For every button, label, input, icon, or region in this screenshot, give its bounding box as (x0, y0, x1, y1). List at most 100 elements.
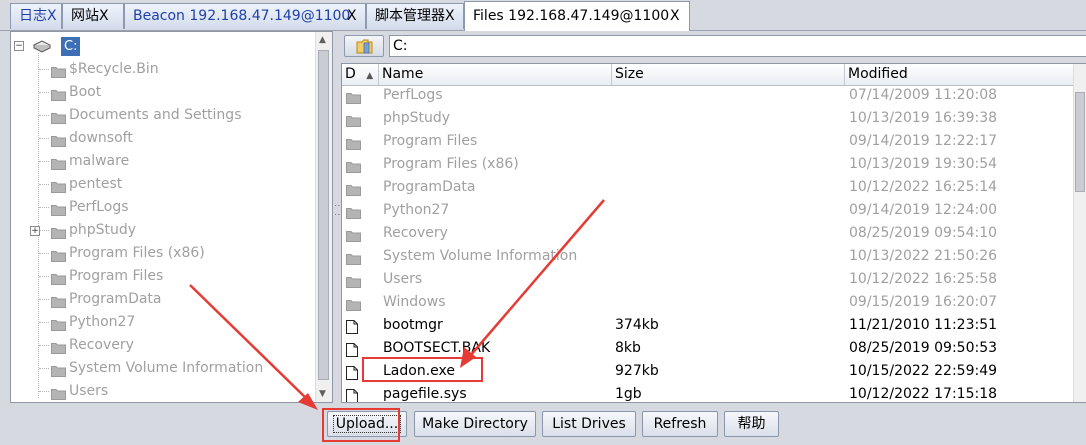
file-name: Windows (383, 294, 446, 310)
file-name: Users (383, 271, 423, 287)
file-size: 374kb (615, 317, 659, 333)
tree-item[interactable]: phpStudy (11, 219, 311, 242)
tab-close-icon[interactable]: X (47, 8, 57, 24)
tree-item[interactable]: $Recycle.Bin (11, 58, 311, 81)
table-row[interactable]: PerfLogs 07/14/2009 11:20:08 (342, 84, 1086, 107)
file-modified: 08/25/2019 09:50:53 (849, 340, 998, 356)
tab-website[interactable]: 网站X (62, 3, 124, 29)
table-row[interactable]: Program Files 09/14/2019 12:22:17 (342, 130, 1086, 153)
column-header-d[interactable]: D ▲ (342, 64, 379, 85)
file-size: 8kb (615, 340, 641, 356)
file-list[interactable]: D ▲ Name Size Modified PerfLogs 07/14/200… (341, 63, 1086, 403)
tab-label: 日志 (19, 8, 47, 24)
open-folder-icon (356, 39, 373, 54)
file-modified: 10/13/2022 21:50:26 (849, 248, 998, 264)
table-row[interactable]: Windows 09/15/2019 16:20:07 (342, 291, 1086, 314)
column-header-modified[interactable]: Modified (845, 64, 1086, 85)
help-button[interactable]: 帮助 (724, 411, 779, 437)
file-size: 927kb (615, 363, 659, 379)
sort-ascending-icon: ▲ (366, 71, 374, 81)
tab-files[interactable]: Files 192.168.47.149@1100 X (464, 1, 690, 31)
table-row[interactable]: Users 10/12/2022 16:25:58 (342, 268, 1086, 291)
tab-beacon[interactable]: Beacon 192.168.47.149@1100 X (124, 3, 366, 29)
tree-item-label: Recovery (69, 337, 134, 353)
tree-collapse-icon[interactable]: − (14, 41, 24, 51)
file-name: System Volume Information (383, 248, 578, 264)
file-modified: 10/13/2019 16:39:38 (849, 110, 998, 126)
make-directory-button[interactable]: Make Directory (414, 411, 536, 437)
tree-item-label: phpStudy (69, 222, 137, 238)
list-drives-button[interactable]: List Drives (542, 411, 636, 437)
up-folder-button[interactable] (344, 35, 384, 57)
pane-splitter[interactable]: ⋮⋮ (333, 31, 343, 403)
tree-item[interactable]: System Volume Information (11, 357, 311, 380)
scroll-up-icon[interactable]: ▲ (319, 35, 326, 45)
table-row[interactable]: Recovery 08/25/2019 09:54:10 (342, 222, 1086, 245)
tree-item-label: Boot (69, 84, 102, 100)
tree-item-label: Documents and Settings (69, 107, 242, 123)
tree-root-drive[interactable]: C: (61, 37, 81, 56)
tree-item-label: Program Files (69, 268, 164, 284)
scroll-down-icon[interactable]: ▼ (319, 389, 326, 399)
tree-item[interactable]: pentest (11, 173, 311, 196)
file-size: 1gb (615, 386, 642, 402)
file-modified: 10/12/2022 16:25:14 (849, 179, 998, 195)
tab-close-icon[interactable]: X (445, 8, 455, 24)
tree-item-label: pentest (69, 176, 123, 192)
tree-item[interactable]: Program Files (11, 265, 311, 288)
refresh-button[interactable]: Refresh (642, 411, 718, 437)
tree-item[interactable]: PerfLogs (11, 196, 311, 219)
tree-item[interactable]: Users (11, 380, 311, 402)
table-row[interactable]: ProgramData 10/12/2022 16:25:14 (342, 176, 1086, 199)
tab-label: Files 192.168.47.149@1100 (473, 8, 670, 24)
directory-tree[interactable]: − C: $Recycle.Bin Boot Documents and Setti… (10, 31, 333, 403)
drive-icon (32, 39, 52, 57)
table-row[interactable]: bootmgr 374kb 11/21/2010 11:23:51 (342, 314, 1086, 337)
column-header-name[interactable]: Name (379, 64, 612, 85)
file-modified: 10/12/2022 16:25:58 (849, 271, 998, 287)
tab-label: Beacon 192.168.47.149@1100 (133, 8, 351, 24)
table-row[interactable]: BOOTSECT.BAK 8kb 08/25/2019 09:50:53 (342, 337, 1086, 360)
tree-item-label: Program Files (x86) (69, 245, 205, 261)
file-modified: 11/21/2010 11:23:51 (849, 317, 998, 333)
tree-scrollbar[interactable]: ▲ ▼ (315, 32, 332, 402)
column-header-size[interactable]: Size (612, 64, 845, 85)
file-name: BOOTSECT.BAK (383, 340, 491, 356)
tree-item[interactable]: Boot (11, 81, 311, 104)
tree-item[interactable]: Recovery (11, 334, 311, 357)
tree-item[interactable]: malware (11, 150, 311, 173)
tab-close-icon[interactable]: X (347, 4, 357, 28)
file-name: Ladon.exe (383, 363, 455, 379)
tree-item-label: downsoft (69, 130, 133, 146)
tree-item-label: System Volume Information (69, 360, 264, 376)
table-row[interactable]: Python27 09/14/2019 12:24:00 (342, 199, 1086, 222)
upload-button[interactable]: Upload... (327, 411, 407, 437)
tree-item[interactable]: downsoft (11, 127, 311, 150)
table-row[interactable]: Ladon.exe 927kb 10/15/2022 22:59:49 (342, 360, 1086, 383)
path-input[interactable] (389, 35, 1086, 57)
scroll-thumb[interactable] (318, 50, 329, 380)
action-bar: Upload... Make Directory List Drives Ref… (0, 405, 1086, 445)
table-row[interactable]: System Volume Information 10/13/2022 21:5… (342, 245, 1086, 268)
tree-item[interactable]: Program Files (x86) (11, 242, 311, 265)
file-modified: 10/13/2019 19:30:54 (849, 156, 998, 172)
tab-log[interactable]: 日志X (10, 3, 62, 29)
file-modified: 07/14/2009 11:20:08 (849, 87, 998, 103)
tree-item[interactable]: ProgramData (11, 288, 311, 311)
table-row[interactable]: pagefile.sys 1gb 10/12/2022 17:15:18 (342, 383, 1086, 402)
table-header: D ▲ Name Size Modified (342, 64, 1086, 86)
tree-item[interactable]: Python27 (11, 311, 311, 334)
tab-close-icon[interactable]: X (670, 4, 680, 28)
tree-item-label: malware (69, 153, 130, 169)
tree-item[interactable]: Documents and Settings (11, 104, 311, 127)
scroll-thumb[interactable] (1075, 92, 1085, 192)
tree-expand-icon[interactable]: + (30, 226, 40, 236)
tree-item-label: PerfLogs (69, 199, 129, 215)
tab-close-icon[interactable]: X (99, 8, 109, 24)
file-list-scrollbar[interactable] (1073, 64, 1086, 402)
table-row[interactable]: Program Files (x86) 10/13/2019 19:30:54 (342, 153, 1086, 176)
file-name: ProgramData (383, 179, 476, 195)
table-row[interactable]: phpStudy 10/13/2019 16:39:38 (342, 107, 1086, 130)
tab-script-manager[interactable]: 脚本管理器X (366, 3, 464, 29)
folder-icon (51, 385, 66, 402)
